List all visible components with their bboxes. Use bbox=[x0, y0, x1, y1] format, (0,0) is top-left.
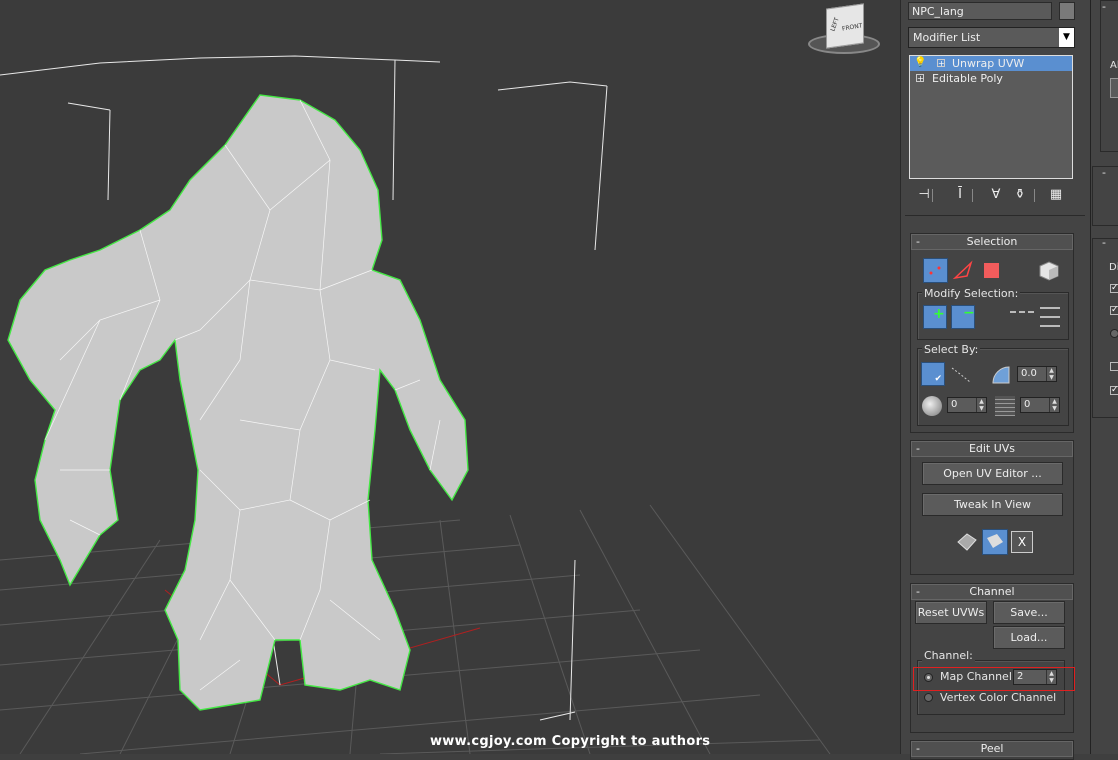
selection-rollout-header[interactable]: - Selection bbox=[911, 234, 1073, 250]
load-uvs-button[interactable]: Load... bbox=[993, 626, 1065, 649]
material-id-grid-icon[interactable] bbox=[995, 396, 1015, 416]
select-by-group bbox=[917, 348, 1069, 426]
element-cube-icon bbox=[1039, 261, 1059, 281]
pin-stack-icon[interactable]: ⊣ bbox=[916, 186, 932, 204]
watermark-text: www.cgjoy.com Copyright to authors bbox=[430, 734, 711, 749]
planar-angle-value: 0.0 bbox=[1021, 368, 1037, 379]
configure-modifier-sets-icon[interactable]: ▦ bbox=[1048, 186, 1064, 204]
side-checkbox[interactable]: ✓ bbox=[1110, 284, 1118, 293]
separator bbox=[1034, 189, 1035, 202]
modifier-list-label: Modifier List bbox=[913, 31, 981, 44]
spinner-arrows-icon[interactable]: ▲ ▼ bbox=[1049, 398, 1059, 412]
save-uvs-button[interactable]: Save... bbox=[993, 601, 1065, 624]
creature-mesh[interactable] bbox=[7, 94, 469, 711]
edge-select-button[interactable] bbox=[951, 258, 976, 283]
object-color-swatch[interactable] bbox=[1059, 2, 1075, 20]
make-unique-icon[interactable]: ∀ bbox=[988, 186, 1004, 204]
side-minus-icon[interactable]: - bbox=[1102, 0, 1106, 13]
vertex-select-button[interactable] bbox=[923, 258, 948, 283]
modifier-stack: 💡 + Unwrap UVW + Editable Poly bbox=[909, 55, 1073, 179]
smoothing-group-value: 0 bbox=[951, 399, 958, 410]
side-button[interactable] bbox=[1110, 78, 1118, 98]
quick-map-gizmo-button[interactable] bbox=[982, 529, 1008, 555]
select-by-element-button[interactable]: ✔ bbox=[921, 362, 945, 386]
quick-planar-map-icon[interactable] bbox=[955, 530, 979, 554]
reset-uvws-button[interactable]: Reset UVWs bbox=[915, 601, 987, 624]
planar-angle-icon[interactable] bbox=[990, 364, 1012, 386]
side-minus-icon[interactable]: - bbox=[1102, 166, 1106, 179]
grow-selection-button[interactable]: + bbox=[923, 305, 947, 329]
side-label-di: Di bbox=[1109, 262, 1118, 273]
polygon-select-button[interactable] bbox=[979, 258, 1004, 283]
dropdown-arrow-icon[interactable]: ▼ bbox=[1059, 28, 1074, 47]
planar-angle-spinner[interactable]: 0.0 ▲ ▼ bbox=[1017, 366, 1057, 382]
select-by-edge-loop-icon[interactable] bbox=[950, 364, 972, 386]
spinner-arrows-icon[interactable]: ▲ ▼ bbox=[1046, 367, 1056, 381]
element-select-button[interactable] bbox=[1036, 258, 1061, 283]
material-id-value: 0 bbox=[1024, 399, 1031, 410]
stack-item-unwrap-uvw[interactable]: 💡 + Unwrap UVW bbox=[910, 56, 1072, 71]
peel-rollout: - Peel bbox=[910, 740, 1074, 760]
channel-rollout-header[interactable]: - Channel bbox=[911, 584, 1073, 600]
stack-toolbar: ⊣ Ī ∀ ⚱ ▦ bbox=[910, 186, 1075, 206]
collapse-icon[interactable]: - bbox=[916, 585, 920, 599]
side-checkbox[interactable]: ✓ bbox=[1110, 386, 1118, 395]
ring-selection-icon[interactable] bbox=[1010, 311, 1034, 321]
perspective-viewport[interactable]: FRONT LEFT www.cgjoy.com Copyright to au… bbox=[0, 0, 900, 754]
viewport-scene bbox=[0, 55, 831, 754]
spinner-arrows-icon[interactable]: ▲ ▼ bbox=[976, 398, 986, 412]
smoothing-group-icon[interactable] bbox=[922, 396, 942, 416]
object-name-field[interactable]: NPC_lang bbox=[908, 2, 1052, 20]
checkmark-icon: ✔ bbox=[934, 374, 942, 384]
stack-item-editable-poly[interactable]: + Editable Poly bbox=[910, 71, 1072, 86]
rollout-title: Selection bbox=[966, 235, 1018, 248]
select-by-label: Select By: bbox=[922, 343, 981, 356]
peel-rollout-header[interactable]: - Peel bbox=[911, 741, 1073, 757]
separator bbox=[972, 189, 973, 202]
open-uv-editor-button[interactable]: Open UV Editor ... bbox=[922, 462, 1063, 485]
rollout-title: Channel bbox=[969, 585, 1015, 598]
grow-plus-icon: + bbox=[933, 306, 945, 322]
side-label-al: Al bbox=[1110, 60, 1118, 71]
map-gizmo-icon bbox=[987, 534, 1003, 548]
side-rollout-1 bbox=[1100, 0, 1118, 152]
align-x-button[interactable]: X bbox=[1011, 531, 1033, 553]
collapse-icon[interactable]: - bbox=[916, 235, 920, 249]
loop-selection-icon[interactable] bbox=[1040, 307, 1060, 327]
stack-item-label: Unwrap UVW bbox=[952, 57, 1025, 70]
side-minus-icon[interactable]: - bbox=[1102, 236, 1106, 249]
material-id-spinner[interactable]: 0 ▲ ▼ bbox=[1020, 397, 1060, 413]
panel-divider bbox=[905, 215, 1085, 216]
channel-group-label: Channel: bbox=[922, 649, 975, 662]
shrink-minus-icon: − bbox=[963, 305, 975, 321]
modifier-list-dropdown[interactable]: Modifier List ▼ bbox=[908, 27, 1075, 48]
edit-uvs-rollout-header[interactable]: - Edit UVs bbox=[911, 441, 1073, 457]
show-end-result-icon[interactable]: Ī bbox=[952, 186, 968, 204]
edge-icon bbox=[952, 260, 973, 280]
rollout-title: Peel bbox=[980, 742, 1004, 755]
shrink-selection-button[interactable]: − bbox=[951, 305, 975, 329]
align-x-label: X bbox=[1017, 535, 1027, 549]
stack-item-label: Editable Poly bbox=[932, 72, 1003, 85]
tweak-in-view-button[interactable]: Tweak In View bbox=[922, 493, 1063, 516]
highlight-box bbox=[913, 667, 1075, 691]
expand-plus-icon[interactable]: + bbox=[916, 74, 924, 83]
collapse-icon[interactable]: - bbox=[916, 442, 920, 456]
polygon-icon bbox=[984, 263, 999, 278]
vertex-icon bbox=[929, 266, 941, 275]
separator bbox=[932, 189, 933, 202]
modify-selection-label: Modify Selection: bbox=[922, 287, 1021, 300]
smoothing-group-spinner[interactable]: 0 ▲ ▼ bbox=[947, 397, 987, 413]
side-radio[interactable] bbox=[1110, 329, 1118, 338]
viewcube[interactable]: FRONT LEFT bbox=[808, 3, 882, 56]
side-checkbox[interactable]: ✓ bbox=[1110, 306, 1118, 315]
side-checkbox[interactable] bbox=[1110, 362, 1118, 371]
remove-modifier-icon[interactable]: ⚱ bbox=[1012, 186, 1028, 204]
rollout-title: Edit UVs bbox=[968, 442, 1016, 455]
lightbulb-icon[interactable]: 💡 bbox=[914, 57, 926, 69]
vertex-color-channel-radio[interactable] bbox=[924, 693, 933, 702]
ground-grid bbox=[0, 504, 831, 754]
expand-plus-icon[interactable]: + bbox=[937, 59, 945, 68]
vertex-color-channel-label: Vertex Color Channel bbox=[940, 691, 1057, 704]
